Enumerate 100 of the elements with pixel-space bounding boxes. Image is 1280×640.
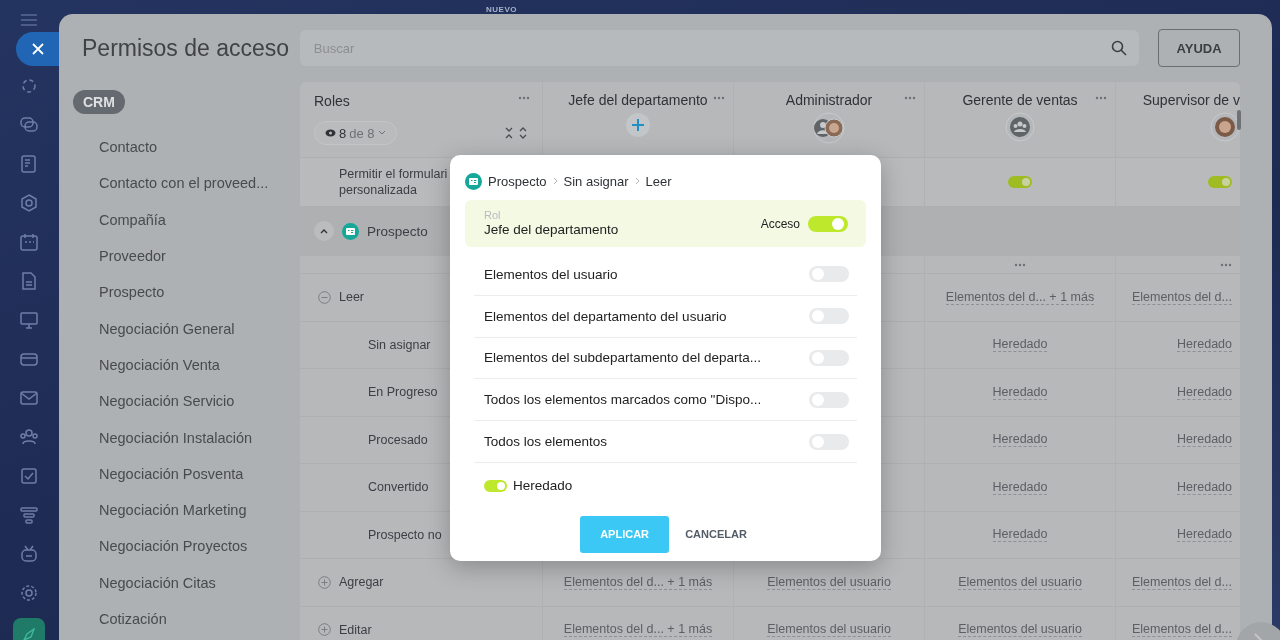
row-label: Leer: [339, 290, 365, 305]
more-icon[interactable]: [1220, 262, 1232, 267]
sidebar-item[interactable]: Contacto: [73, 129, 300, 166]
column-header: Roles: [314, 93, 350, 109]
permission-link[interactable]: Heredado: [1177, 384, 1232, 400]
cancel-button[interactable]: CANCELAR: [681, 516, 751, 553]
hexagon-icon[interactable]: [19, 192, 39, 213]
collapse-icon[interactable]: [318, 290, 331, 304]
chevron-right-icon: [552, 177, 558, 185]
file-icon[interactable]: [19, 270, 39, 291]
document-icon[interactable]: [19, 153, 39, 174]
permission-link[interactable]: Heredado: [1177, 479, 1232, 495]
sidebar-item[interactable]: Contacto con el proveed...: [73, 165, 300, 202]
permission-link[interactable]: Elementos del usuario: [958, 574, 1082, 590]
group-avatar-icon: [1005, 112, 1035, 142]
help-button[interactable]: AYUDA: [1158, 29, 1240, 67]
row-label: Editar: [339, 622, 372, 637]
more-icon[interactable]: [518, 96, 530, 100]
people-icon[interactable]: [19, 426, 39, 447]
option-label: Elementos del departamento del usuario: [484, 308, 727, 324]
permission-link[interactable]: Heredado: [1177, 527, 1232, 543]
search-icon[interactable]: [1111, 40, 1128, 56]
rocket-icon[interactable]: [13, 618, 45, 640]
permission-link[interactable]: Heredado: [992, 337, 1048, 353]
permission-link[interactable]: Heredado: [992, 479, 1048, 495]
new-label: NUEVO: [486, 5, 517, 14]
section-badge[interactable]: CRM: [73, 90, 125, 114]
permission-link[interactable]: Elementos del d... + 1 más: [945, 289, 1095, 305]
breadcrumb-item[interactable]: Leer: [645, 173, 672, 189]
permission-link[interactable]: Elementos del d... + 1 más: [563, 574, 713, 590]
collapse-all-icon[interactable]: [504, 127, 514, 139]
expand-all-icon[interactable]: [518, 127, 528, 139]
board-icon[interactable]: [19, 309, 39, 330]
close-icon: [32, 43, 44, 55]
sidebar-item[interactable]: Negociación Posventa: [73, 455, 300, 492]
chevron-right-icon: [634, 177, 640, 185]
eye-icon: [325, 129, 336, 137]
permission-link[interactable]: Elementos del d...: [1131, 622, 1232, 638]
column-header: Administrador: [785, 92, 873, 108]
sidebar-item[interactable]: Compañía: [73, 201, 300, 238]
column-header: Gerente de ventas: [962, 92, 1078, 108]
sidebar-item[interactable]: Negociación Servicio: [73, 383, 300, 420]
permission-link[interactable]: Elementos del d... + 1 más: [563, 622, 713, 638]
more-icon[interactable]: [1095, 96, 1107, 100]
scrollbar[interactable]: [1237, 110, 1241, 130]
permission-link[interactable]: Elementos del usuario: [767, 622, 891, 638]
row-label: Procesado: [368, 432, 428, 447]
permission-link[interactable]: Heredado: [1177, 337, 1232, 353]
chat-icon[interactable]: [19, 114, 39, 135]
breadcrumb-item[interactable]: Prospecto: [488, 173, 547, 189]
sidebar-item[interactable]: Proveedor: [73, 237, 300, 275]
more-icon[interactable]: [1014, 262, 1026, 267]
add-icon[interactable]: [625, 112, 651, 138]
filter-icon[interactable]: [19, 504, 39, 525]
robot-icon[interactable]: [19, 543, 39, 564]
page-title: Permisos de acceso: [82, 34, 291, 62]
permission-link[interactable]: Elementos del usuario: [767, 574, 891, 590]
role-caption: Rol: [484, 209, 502, 222]
role-name: Jefe del departamento: [484, 222, 619, 238]
settings-icon[interactable]: [19, 582, 39, 603]
access-toggle[interactable]: [808, 215, 848, 232]
inherited-label: Heredado: [513, 478, 573, 494]
column-header: Supervisor de v: [1142, 92, 1240, 108]
close-button[interactable]: [16, 32, 60, 66]
collapse-button[interactable]: [314, 221, 334, 241]
row-label: En Progreso: [368, 385, 438, 400]
checkbox-icon[interactable]: [19, 465, 39, 486]
permission-link[interactable]: Heredado: [992, 527, 1048, 543]
sidebar-item[interactable]: Prospecto: [73, 274, 300, 311]
expand-icon[interactable]: [318, 623, 331, 637]
row-label: Agregar: [339, 575, 384, 590]
menu-icon[interactable]: [21, 14, 37, 26]
permission-link[interactable]: Heredado: [992, 432, 1048, 448]
permission-link[interactable]: Heredado: [992, 384, 1048, 400]
option-label: Elementos del usuario: [484, 266, 618, 282]
expand-icon[interactable]: [318, 575, 331, 589]
sidebar-item[interactable]: Negociación Marketing: [73, 491, 300, 529]
option-label: Todos los elementos marcados como "Dispo...: [484, 392, 762, 408]
more-icon[interactable]: [904, 96, 916, 100]
calendar-icon[interactable]: [19, 231, 39, 252]
option-label: Elementos del subdepartamento del departa...: [484, 350, 761, 366]
sidebar-item[interactable]: Negociación Proyectos: [73, 528, 300, 565]
chevron-icon: [320, 228, 328, 234]
column-header: Jefe del departamento: [568, 92, 708, 108]
role-filter[interactable]: 8 de 8: [314, 121, 397, 145]
toggle-switch[interactable]: [1208, 176, 1232, 188]
permission-link[interactable]: Elementos del usuario: [958, 622, 1082, 638]
lead-icon: [342, 222, 359, 240]
permission-link[interactable]: Heredado: [1177, 432, 1232, 448]
permission-link[interactable]: Elementos del d...: [1131, 289, 1232, 305]
breadcrumb-item[interactable]: Sin asignar: [563, 173, 629, 189]
sidebar-item[interactable]: Cotización: [73, 600, 300, 638]
sidebar-item[interactable]: Negociación General: [73, 310, 300, 347]
sidebar-item[interactable]: Negociación Instalación: [73, 419, 300, 456]
inherited-toggle[interactable]: [484, 480, 507, 492]
sidebar-item[interactable]: Negociación Citas: [73, 564, 300, 601]
toggle-switch[interactable]: [1008, 176, 1032, 188]
more-icon[interactable]: [713, 96, 725, 100]
permission-link[interactable]: Elementos del d...: [1131, 574, 1232, 590]
sidebar-item[interactable]: Negociación Venta: [73, 346, 300, 384]
